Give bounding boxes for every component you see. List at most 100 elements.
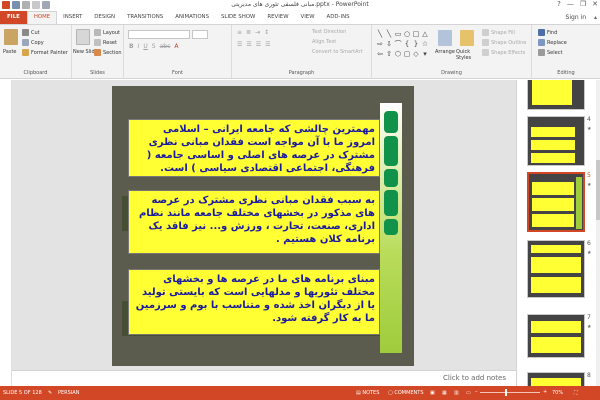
spellcheck-icon[interactable]: ✎ <box>48 390 52 396</box>
reading-view-icon[interactable]: ▥ <box>454 390 459 396</box>
comments-button[interactable]: ▢ COMMENTS <box>388 390 424 396</box>
numbering-icon[interactable]: ≣ <box>246 29 251 36</box>
fit-to-window-icon[interactable]: ⛶ <box>574 390 578 396</box>
slideshow-icon[interactable]: ▭ <box>466 390 471 396</box>
shapes-gallery[interactable]: ╲ ╲ ▭ ○ □ △ ⇨ ⇩ ⌒{} ☆ ⇦ ⇧ ⬡ ▢ ◇ ▾ <box>376 30 432 66</box>
layout-button[interactable]: Layout <box>94 29 120 36</box>
format-painter-button[interactable]: Format Painter <box>22 49 68 56</box>
slide-thumbnail[interactable] <box>527 372 585 386</box>
tab-add-ins[interactable]: ADD-INS <box>321 11 356 24</box>
shape-outline-button[interactable]: Shape Outline <box>482 39 526 46</box>
tab-animations[interactable]: ANIMATIONS <box>169 11 215 24</box>
line-spacing-icon[interactable]: ↕ <box>264 29 269 36</box>
indent-icon[interactable]: ⇥ <box>255 29 260 36</box>
find-button[interactable]: Find <box>538 29 557 36</box>
italic-icon[interactable]: I <box>138 43 140 50</box>
slide-thumbnail[interactable] <box>527 80 585 110</box>
shape-diamond-icon[interactable]: ◇ <box>412 50 420 59</box>
shape-line-icon[interactable]: ╲ <box>376 30 384 39</box>
cut-button[interactable]: Cut <box>22 29 40 36</box>
slide-sorter-icon[interactable]: ▦ <box>442 390 447 396</box>
shape-oval-icon[interactable]: ○ <box>403 30 411 39</box>
shape-arrow-icon[interactable]: ⇦ <box>376 50 384 59</box>
slide-thumbnail[interactable] <box>527 116 585 166</box>
restore-button[interactable]: ❐ <box>580 0 586 8</box>
shape-bracket-icon[interactable]: { <box>403 40 411 49</box>
tab-file[interactable]: FILE <box>0 11 27 24</box>
shape-effects-button[interactable]: Shape Effects <box>482 49 525 56</box>
reset-button[interactable]: Reset <box>94 39 117 46</box>
underline-icon[interactable]: U <box>143 43 147 50</box>
sign-in-link[interactable]: Sign in <box>566 14 586 21</box>
tab-transitions[interactable]: TRANSITIONS <box>121 11 169 24</box>
shape-rect-icon[interactable]: ▢ <box>403 50 411 59</box>
slide-textbox-2[interactable]: به سبب فقدان مبانی نظری مشترک در عرصه ها… <box>128 190 380 254</box>
replace-button[interactable]: Replace <box>538 39 567 46</box>
arrange-icon[interactable] <box>438 30 452 46</box>
zoom-slider[interactable] <box>480 392 540 393</box>
language-indicator[interactable]: PERSIAN <box>58 390 79 396</box>
shape-line-icon[interactable]: ╲ <box>385 30 393 39</box>
help-button[interactable]: ? <box>557 0 561 8</box>
slide-thumbnail[interactable] <box>527 240 585 298</box>
arrange-button[interactable]: Arrange <box>435 49 455 55</box>
slide-thumbnail[interactable] <box>527 314 585 358</box>
zoom-slider-thumb[interactable] <box>505 389 507 396</box>
tab-insert[interactable]: INSERT <box>57 11 88 24</box>
quick-styles-button[interactable]: Quick Styles <box>456 49 480 61</box>
strikethrough-icon[interactable]: abc <box>160 43 171 50</box>
shadow-icon[interactable]: S <box>152 43 156 50</box>
shape-arrow-icon[interactable]: ⇩ <box>385 40 393 49</box>
zoom-level[interactable]: 70% <box>552 390 563 396</box>
shape-rect-icon[interactable]: ▭ <box>394 30 402 39</box>
align-center-icon[interactable]: ☰ <box>246 41 251 48</box>
paste-icon[interactable] <box>4 29 18 45</box>
normal-view-icon[interactable]: ▣ <box>430 390 435 396</box>
zoom-in-icon[interactable]: + <box>543 389 547 395</box>
ribbon-display-icon[interactable]: ▴ <box>594 14 597 21</box>
justify-icon[interactable]: ☰ <box>265 41 270 48</box>
font-size-box[interactable] <box>192 30 208 39</box>
align-text-button[interactable]: Align Text <box>312 39 336 45</box>
slide-textbox-3[interactable]: مبنای برنامه های ما در عرصه ها و بخشهای … <box>128 269 380 335</box>
close-button[interactable]: ✕ <box>592 0 598 8</box>
shape-arrow-icon[interactable]: ⇨ <box>376 40 384 49</box>
minimize-button[interactable]: — <box>567 0 574 8</box>
title-band[interactable] <box>380 103 402 353</box>
shape-hexagon-icon[interactable]: ⬡ <box>394 50 402 59</box>
align-right-icon[interactable]: ☰ <box>256 41 261 48</box>
notes-placeholder[interactable]: Click to add notes <box>443 374 506 382</box>
convert-smartart-button[interactable]: Convert to SmartArt <box>312 49 363 55</box>
shape-rect-icon[interactable]: □ <box>412 30 420 39</box>
zoom-out-icon[interactable]: – <box>475 389 478 395</box>
tab-slide-show[interactable]: SLIDE SHOW <box>215 11 261 24</box>
tab-review[interactable]: REVIEW <box>261 11 294 24</box>
shape-bracket-icon[interactable]: } <box>412 40 420 49</box>
bold-icon[interactable]: B <box>129 43 134 50</box>
slide-thumbnail-selected[interactable] <box>527 172 585 232</box>
thumbnails-scrollbar[interactable] <box>596 80 600 386</box>
slide-edit-area[interactable]: مهمترین چالشی که جامعه ایرانی – اسلامی ا… <box>12 80 516 370</box>
tab-design[interactable]: DESIGN <box>88 11 121 24</box>
paste-button[interactable]: Paste <box>3 49 17 55</box>
copy-button[interactable]: Copy <box>22 39 44 46</box>
tab-home[interactable]: HOME <box>26 11 58 24</box>
new-slide-icon[interactable] <box>76 29 90 45</box>
select-button[interactable]: Select <box>538 49 562 56</box>
section-button[interactable]: Section <box>94 49 122 56</box>
slide-textbox-1[interactable]: مهمترین چالشی که جامعه ایرانی – اسلامی ا… <box>128 119 380 177</box>
align-left-icon[interactable]: ☰ <box>237 41 242 48</box>
shape-curve-icon[interactable]: ⌒ <box>394 40 402 49</box>
shape-more-icon[interactable]: ▾ <box>421 50 429 59</box>
shape-fill-button[interactable]: Shape Fill <box>482 29 515 36</box>
notes-button[interactable]: ▤ NOTES <box>356 390 379 396</box>
shape-arrow-icon[interactable]: ⇧ <box>385 50 393 59</box>
text-direction-button[interactable]: Text Direction <box>312 29 346 35</box>
shape-star-icon[interactable]: ☆ <box>421 40 429 49</box>
slide-canvas[interactable]: مهمترین چالشی که جامعه ایرانی – اسلامی ا… <box>112 86 414 366</box>
bullets-icon[interactable]: ≡ <box>237 29 242 36</box>
quick-styles-icon[interactable] <box>460 30 474 46</box>
scrollbar-thumb[interactable] <box>596 160 600 220</box>
font-name-box[interactable] <box>128 30 190 39</box>
slide-thumbnails-pane[interactable]: 4 ★ 5 ★ 6 ★ 7 ★ 8 <box>516 80 600 386</box>
